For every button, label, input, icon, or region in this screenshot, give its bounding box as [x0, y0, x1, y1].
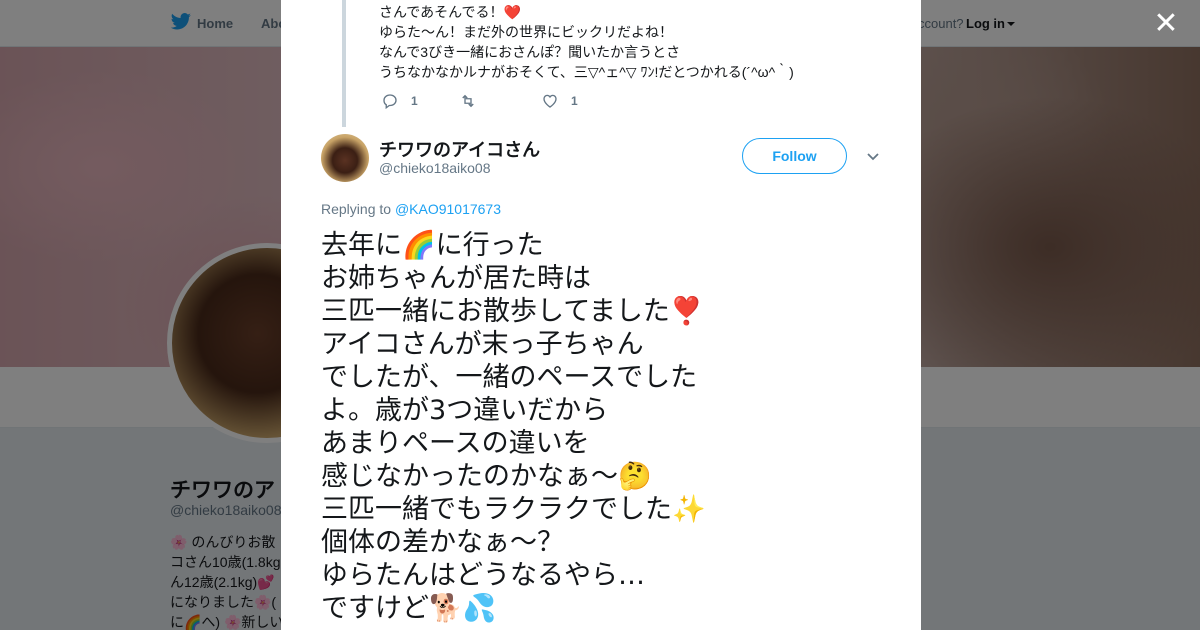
retweet-button[interactable] — [459, 92, 477, 110]
tweet-line: 個体の差かなぁ〜？ — [321, 527, 564, 558]
tweet-line: 三匹一緒にお散歩してました❣️ — [321, 296, 704, 327]
tweet-text: 去年に🌈に行った お姉ちゃんが居た時は 三匹一緒にお散歩してました❣️ アイコさ… — [321, 229, 901, 625]
parent-tweet-text: さんであそんでる！❤️ ゆらた〜ん！まだ外の世界にビックリだよね！ なんで3びき… — [379, 2, 899, 82]
tweet-line: でしたが、一緒のペースでした — [321, 362, 698, 393]
tweet-line: ですけど🐕💦 — [321, 593, 497, 624]
tweet-line: 去年に🌈に行った — [321, 230, 544, 261]
author-handle[interactable]: @chieko18aiko08 — [379, 160, 491, 176]
parent-tweet-line: なんで3びき一緒におさんぽ？聞いたか言うとさ — [379, 44, 681, 60]
close-icon[interactable]: ✕ — [1150, 8, 1182, 40]
replying-prefix: Replying to — [321, 201, 395, 217]
parent-tweet-line: さんであそんでる！❤️ — [379, 4, 521, 20]
tweet-line: 感じなかったのかなぁ〜🤔 — [321, 461, 652, 492]
retweet-icon — [462, 94, 474, 108]
follow-button[interactable]: Follow — [742, 138, 847, 174]
tweet-line: ゆらたんはどうなるやら… — [321, 560, 645, 591]
like-icon — [543, 94, 557, 108]
tweet-line: お姉ちゃんが居た時は — [321, 263, 591, 294]
replying-handle-link[interactable]: @KAO91017673 — [395, 201, 501, 217]
author-avatar[interactable] — [321, 134, 369, 182]
reply-icon — [383, 94, 397, 110]
chevron-down-icon[interactable] — [865, 148, 881, 164]
thread-connector — [342, 0, 346, 127]
tweet-modal: さんであそんでる！❤️ ゆらた〜ん！まだ外の世界にビックリだよね！ なんで3びき… — [281, 0, 921, 630]
tweet-line: よ。歳が3つ違いだから — [321, 395, 609, 426]
author-name[interactable]: チワワのアイコさん — [379, 136, 540, 162]
like-count: 1 — [571, 94, 578, 108]
reply-button[interactable]: 1 — [381, 92, 418, 110]
reply-count: 1 — [411, 94, 418, 108]
tweet-line: アイコさんが末っ子ちゃん — [321, 329, 644, 360]
tweet-line: あまりペースの違いを — [321, 428, 590, 459]
parent-tweet-line: うちなかなかルナがおそくて、三▽^ェ^▽ ﾜﾝ!だとつかれる(´^ω^｀) — [379, 64, 794, 80]
like-button[interactable]: 1 — [541, 92, 578, 110]
parent-tweet-line: ゆらた〜ん！まだ外の世界にビックリだよね！ — [379, 24, 673, 40]
tweet-line: 三匹一緒でもラクラクでした✨ — [321, 494, 706, 525]
replying-to: Replying to @KAO91017673 — [321, 201, 501, 217]
